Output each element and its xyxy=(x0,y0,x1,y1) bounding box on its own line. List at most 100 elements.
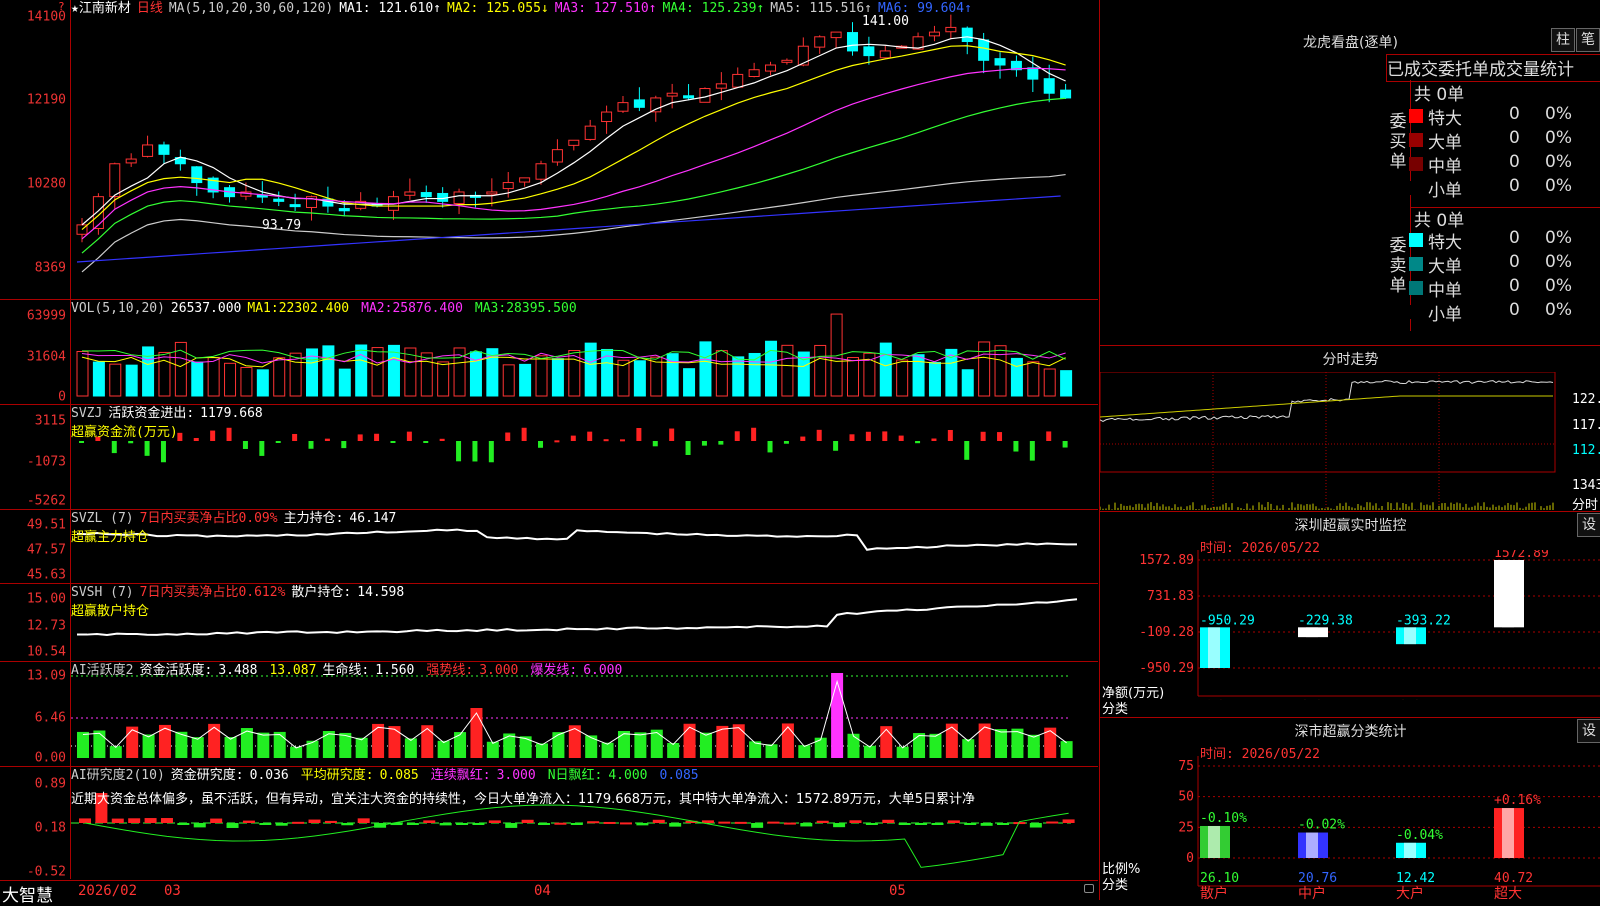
svzj-bar xyxy=(554,440,560,443)
candle xyxy=(601,111,613,123)
svzj-panel[interactable]: 3115 -1073 -5262 SVZJ 活跃资金进出: 1179.668 超赢资… xyxy=(0,405,1098,510)
svzj-bar xyxy=(128,441,134,444)
svzl-sub: 超赢主力持仓 xyxy=(71,530,150,545)
research-bar xyxy=(292,821,305,824)
candle-y-axis: 14100 12190 10280 8369 ? xyxy=(0,0,71,299)
lhb-panel[interactable]: 龙虎看盘(逐单) 柱 笔 已成交委托单成交量统计 委买单 委卖单 共 0单 共 … xyxy=(1099,0,1600,346)
ai-activity-y-axis: 13.09 6.46 0.00 xyxy=(0,662,71,766)
volume-bar xyxy=(142,346,155,397)
ai1-t3: 生命线: xyxy=(322,663,370,678)
candle xyxy=(666,92,678,97)
research-bar xyxy=(619,822,632,825)
intraday-panel[interactable]: 分时走势 122.9 117.8 112.8 1343 分时 xyxy=(1099,346,1600,513)
activity-bar xyxy=(470,708,483,758)
volume-panel[interactable]: 63999 31604 0 VOL(5,10,20) 26537.000 MA1:2… xyxy=(0,300,1098,405)
activity-bar xyxy=(945,723,958,758)
stroke-button[interactable]: 笔 xyxy=(1576,28,1600,52)
svzj-bar xyxy=(915,441,921,444)
research-bar xyxy=(226,823,239,828)
period-label[interactable]: 日线 xyxy=(137,1,163,16)
candle xyxy=(551,149,563,163)
ai-research-panel[interactable]: 0.89 0.18 -0.52 AI研究度2(10) 资金研究度: 0.036 平均研… xyxy=(0,767,1098,880)
bar-highlight xyxy=(1208,825,1220,858)
candle xyxy=(1060,89,1072,99)
tab-stats[interactable]: 统计 xyxy=(1540,60,1574,80)
svzl-panel[interactable]: 49.51 47.57 45.63 SVZL (7) 7日内买卖净占比0.09% 主… xyxy=(0,510,1098,584)
volume-bar xyxy=(912,354,925,397)
y-tick: 6.46 xyxy=(34,710,66,726)
svzj-bar xyxy=(947,429,953,441)
color-swatch xyxy=(1409,305,1423,319)
svzl-header: SVZL (7) 7日内买卖净占比0.09% 主力持仓: 46.147 xyxy=(71,511,402,526)
activity-bar xyxy=(93,730,106,758)
candle xyxy=(765,64,777,72)
volume-bar xyxy=(633,360,646,397)
category-label: 大户 xyxy=(1396,885,1424,900)
y-tick: 10280 xyxy=(26,176,66,192)
candle xyxy=(732,73,744,88)
tab-traded[interactable]: 已成交 xyxy=(1387,60,1438,80)
lock-icon[interactable] xyxy=(1084,884,1094,893)
ma-value-3: MA3: 127.510↑ xyxy=(554,1,657,16)
color-swatch xyxy=(1409,133,1423,147)
svzj-bar xyxy=(783,441,789,444)
row-value: 0 xyxy=(1509,276,1520,296)
research-bar xyxy=(882,819,895,823)
candle xyxy=(568,139,580,146)
svzj-bar xyxy=(308,441,314,449)
volume-bar xyxy=(551,358,564,397)
research-bar xyxy=(1029,823,1042,828)
vol-ma3: 28395.500 xyxy=(506,301,577,316)
research-bar xyxy=(193,823,206,828)
ma-header: ★江南新材 日线 MA(5,10,20,30,60,120) MA1: 121.610… xyxy=(71,1,984,16)
svzj-bar xyxy=(79,441,84,443)
svzj-y-axis: 3115 -1073 -5262 xyxy=(0,405,71,509)
research-bar xyxy=(308,819,321,823)
sz-class-panel[interactable]: 深市超赢分类统计 设 时间: 2026/05/22 75 50 25 0 -0.10% 2… xyxy=(1099,718,1600,900)
activity-bar xyxy=(404,738,417,758)
column-button[interactable]: 柱 xyxy=(1551,28,1575,52)
candle xyxy=(863,46,875,57)
intraday-chart xyxy=(1100,372,1556,510)
svzj-bar xyxy=(193,437,199,441)
bar-highlight xyxy=(1306,832,1318,858)
candle xyxy=(519,177,531,183)
sz-monitor-settings-button[interactable]: 设 xyxy=(1577,513,1600,537)
volume-bar xyxy=(896,359,909,397)
sz-class-settings-button[interactable]: 设 xyxy=(1577,719,1600,743)
svzl-text1: 7日内买卖净占比0.09% xyxy=(139,511,278,526)
candle-chart xyxy=(76,14,1072,273)
row-name: 大单 xyxy=(1428,257,1462,277)
bar-value-label: -0.04% xyxy=(1396,828,1443,843)
svzj-bar xyxy=(177,432,183,441)
category-label: 大户 xyxy=(1396,699,1424,700)
svzj-bar xyxy=(242,441,248,449)
ai1-v3: 1.560 xyxy=(375,663,415,678)
ai-activity-panel[interactable]: 13.09 6.46 0.00 AI活跃度2 资金活跃度: 3.488 13.087 生… xyxy=(0,662,1098,767)
research-bar xyxy=(488,820,501,823)
activity-bar xyxy=(191,737,204,758)
ma-value-5: MA5: 115.516↑ xyxy=(770,1,872,16)
row-value: 0 xyxy=(1509,104,1520,124)
menu-icon[interactable]: ? xyxy=(58,0,65,13)
research-bar xyxy=(324,820,337,823)
row-name: 中单 xyxy=(1428,157,1462,177)
svzj-bar xyxy=(833,441,839,451)
sz-monitor-panel[interactable]: 深圳超赢实时监控 设 时间: 2026/05/22 1572.89 731.83-… xyxy=(1099,512,1600,718)
svzj-label: SVZJ xyxy=(71,406,103,421)
activity-bar xyxy=(372,723,385,758)
candle xyxy=(928,31,940,37)
candle-panel[interactable]: 14100 12190 10280 8369 ? ★江南新材 日线 MA(5,10,… xyxy=(0,0,1098,300)
svzj-bar xyxy=(636,427,642,441)
activity-bar xyxy=(831,673,844,758)
activity-bar xyxy=(257,732,270,758)
candle xyxy=(109,163,121,198)
activity-bar xyxy=(814,737,827,758)
tab-orders[interactable]: 委托单 xyxy=(1438,60,1489,80)
volume-bar xyxy=(191,361,204,397)
svzj-bar xyxy=(603,439,609,442)
row-percent: 0% xyxy=(1545,252,1572,272)
tab-volume[interactable]: 成交量 xyxy=(1489,60,1540,80)
svsh-panel[interactable]: 15.00 12.73 10.54 SVSH (7) 7日内买卖净占比0.612%… xyxy=(0,584,1098,662)
activity-bar xyxy=(995,729,1008,758)
